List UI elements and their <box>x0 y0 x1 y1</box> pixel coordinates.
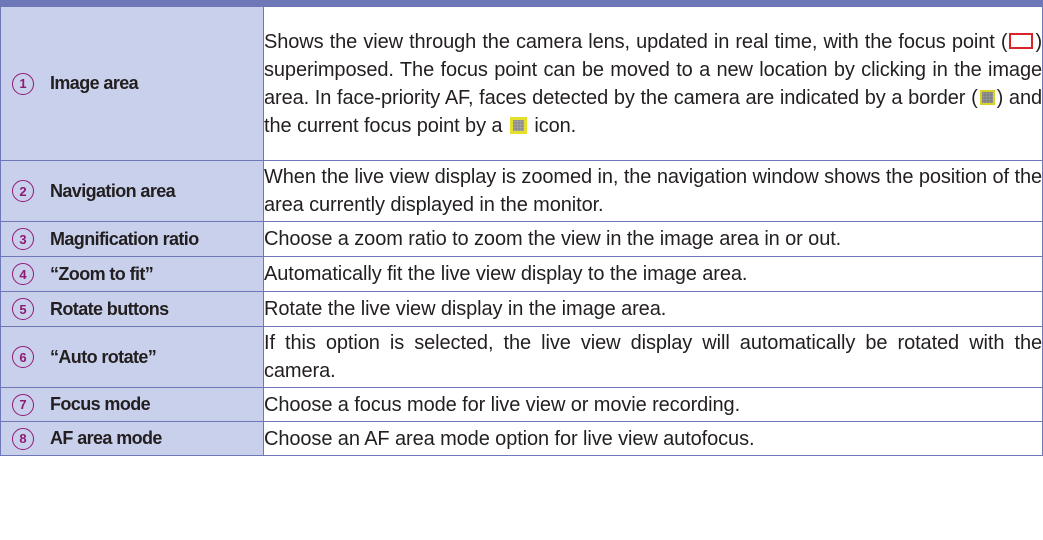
callout-number: 5 <box>10 298 36 320</box>
term-label: Navigation area <box>50 180 176 201</box>
row-description: Automatically fit the live view display … <box>263 256 1043 292</box>
row-header: 7 Focus mode <box>0 387 264 422</box>
term-label: Focus mode <box>50 394 151 414</box>
term-label: Magnification ratio <box>50 228 199 249</box>
table-row: 4 “Zoom to fit” Automatically fit the li… <box>0 256 1043 292</box>
row-description: Shows the view through the camera lens, … <box>263 6 1043 161</box>
callout-number: 8 <box>10 427 36 450</box>
table-row: 2 Navigation area When the live view dis… <box>0 160 1043 222</box>
table-row: 8 AF area mode Choose an AF area mode op… <box>0 421 1043 456</box>
row-header: 8 AF area mode <box>0 421 264 456</box>
reference-table: 1 Image area Shows the view through the … <box>0 6 1043 456</box>
face-border-icon <box>979 89 995 105</box>
row-header: 3 Magnification ratio <box>0 221 264 257</box>
row-description: When the live view display is zoomed in,… <box>263 160 1043 222</box>
term-label: “Zoom to fit” <box>50 263 154 284</box>
table-row: 1 Image area Shows the view through the … <box>0 6 1043 161</box>
term-label: Image area <box>50 73 139 93</box>
callout-number: 2 <box>10 180 36 202</box>
row-description: Choose a zoom ratio to zoom the view in … <box>263 221 1043 257</box>
callout-number: 7 <box>10 393 36 416</box>
row-description: Choose an AF area mode option for live v… <box>263 421 1043 456</box>
callout-number: 6 <box>10 346 36 368</box>
row-header: 5 Rotate buttons <box>0 291 264 327</box>
callout-number: 3 <box>10 228 36 250</box>
row-header: 1 Image area <box>0 6 264 161</box>
row-description: If this option is selected, the live vie… <box>263 326 1043 388</box>
row-header: 4 “Zoom to fit” <box>0 256 264 292</box>
table-row: 3 Magnification ratio Choose a zoom rati… <box>0 221 1043 257</box>
current-focus-point-icon <box>509 116 527 134</box>
table-row: 7 Focus mode Choose a focus mode for liv… <box>0 387 1043 422</box>
red-focus-frame-icon <box>1009 32 1034 49</box>
table-row: 5 Rotate buttons Rotate the live view di… <box>0 291 1043 327</box>
term-label: Rotate buttons <box>50 298 169 319</box>
callout-number: 4 <box>10 263 36 285</box>
row-description: Rotate the live view display in the imag… <box>263 291 1043 327</box>
table-row: 6 “Auto rotate” If this option is select… <box>0 326 1043 388</box>
row-description: Choose a focus mode for live view or mov… <box>263 387 1043 422</box>
term-label: AF area mode <box>50 428 162 448</box>
callout-number: 1 <box>10 72 36 95</box>
row-header: 2 Navigation area <box>0 160 264 222</box>
term-label: “Auto rotate” <box>50 346 157 367</box>
row-header: 6 “Auto rotate” <box>0 326 264 388</box>
